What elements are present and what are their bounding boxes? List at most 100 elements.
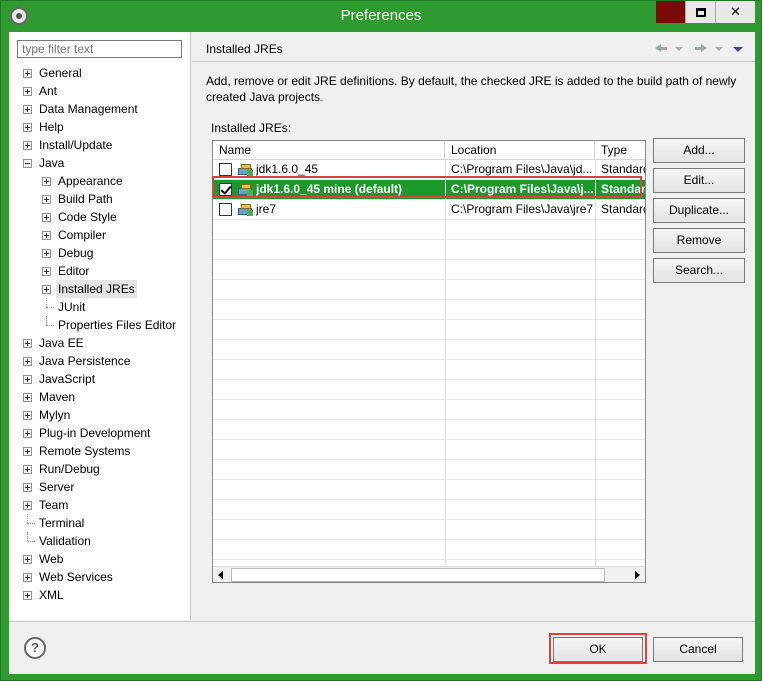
table-row xyxy=(213,480,645,500)
jre-library-icon xyxy=(238,163,254,176)
tree-item[interactable]: Java EE xyxy=(9,334,191,352)
expand-icon[interactable] xyxy=(23,483,32,492)
view-menu-icon[interactable] xyxy=(733,47,743,52)
tree-item-label: Java EE xyxy=(39,336,84,350)
jre-default-checkbox[interactable] xyxy=(219,203,232,216)
forward-arrow-icon[interactable] xyxy=(695,44,707,53)
tree-item[interactable]: Remote Systems xyxy=(9,442,191,460)
tree-item[interactable]: Maven xyxy=(9,388,191,406)
tree-item[interactable]: Installed JREs xyxy=(9,280,191,298)
expand-icon[interactable] xyxy=(42,267,51,276)
tree-item[interactable]: Web xyxy=(9,550,191,568)
tree-item-label: General xyxy=(39,66,82,80)
expand-icon[interactable] xyxy=(23,465,32,474)
tree-item[interactable]: Appearance xyxy=(9,172,191,190)
cancel-button[interactable]: Cancel xyxy=(653,637,743,662)
tree-item[interactable]: Java xyxy=(9,154,191,172)
expand-icon[interactable] xyxy=(42,231,51,240)
search-button[interactable]: Search... xyxy=(653,258,745,283)
back-dropdown-icon[interactable] xyxy=(675,47,683,51)
scroll-thumb[interactable] xyxy=(231,568,605,582)
expand-icon[interactable] xyxy=(23,591,32,600)
expand-icon[interactable] xyxy=(23,501,32,510)
expand-icon[interactable] xyxy=(23,87,32,96)
tree-item[interactable]: Validation xyxy=(9,532,191,550)
tree-item[interactable]: XML xyxy=(9,586,191,604)
forward-dropdown-icon[interactable] xyxy=(715,47,723,51)
table-row xyxy=(213,300,645,320)
column-header-type[interactable]: Type xyxy=(595,141,645,160)
tree-item[interactable]: Terminal xyxy=(9,514,191,532)
maximize-button[interactable] xyxy=(685,1,715,23)
expand-icon[interactable] xyxy=(23,411,32,420)
expand-icon[interactable] xyxy=(23,429,32,438)
table-row[interactable]: jre7 C:\Program Files\Java\jre7 Standard xyxy=(213,200,645,220)
remove-button[interactable]: Remove xyxy=(653,228,745,253)
duplicate-button[interactable]: Duplicate... xyxy=(653,198,745,223)
tree-item[interactable]: Plug-in Development xyxy=(9,424,191,442)
scroll-right-icon[interactable] xyxy=(629,567,645,582)
expand-icon[interactable] xyxy=(23,447,32,456)
collapse-icon[interactable] xyxy=(23,159,32,168)
column-header-location[interactable]: Location xyxy=(445,141,595,160)
tree-item[interactable]: Compiler xyxy=(9,226,191,244)
add-button[interactable]: Add... xyxy=(653,138,745,163)
tree-item-label: Team xyxy=(39,498,69,512)
tree-item[interactable]: Editor xyxy=(9,262,191,280)
expand-icon[interactable] xyxy=(23,69,32,78)
tree-item[interactable]: JavaScript xyxy=(9,370,191,388)
expand-icon[interactable] xyxy=(23,555,32,564)
preferences-window: Preferences _ ✕ General Ant Data Managemen… xyxy=(0,0,762,681)
help-icon[interactable]: ? xyxy=(24,637,46,659)
tree-item-label: Web Services xyxy=(39,570,113,584)
tree-item[interactable]: Team xyxy=(9,496,191,514)
tree-item[interactable]: Help xyxy=(9,118,191,136)
close-button[interactable]: ✕ xyxy=(715,1,755,23)
scroll-left-icon[interactable] xyxy=(213,567,229,582)
expand-icon[interactable] xyxy=(42,213,51,222)
tree-item[interactable]: General xyxy=(9,64,191,82)
tree-item-label: Help xyxy=(39,120,64,134)
expand-icon[interactable] xyxy=(23,105,32,114)
tree-item[interactable]: Build Path xyxy=(9,190,191,208)
tree-item[interactable]: Mylyn xyxy=(9,406,191,424)
tree-item-label: Server xyxy=(39,480,75,494)
tree-item-label: XML xyxy=(39,588,64,602)
expand-icon[interactable] xyxy=(23,123,32,132)
table-row xyxy=(213,460,645,480)
title-bar[interactable]: Preferences _ ✕ xyxy=(1,1,761,31)
tree-item[interactable]: Java Persistence xyxy=(9,352,191,370)
edit-button[interactable]: Edit... xyxy=(653,168,745,193)
tree-item[interactable]: Web Services xyxy=(9,568,191,586)
expand-icon[interactable] xyxy=(23,357,32,366)
back-arrow-icon[interactable] xyxy=(655,44,667,53)
expand-icon[interactable] xyxy=(42,195,51,204)
column-header-name[interactable]: Name xyxy=(213,141,445,160)
expand-icon[interactable] xyxy=(23,141,32,150)
jre-default-checkbox[interactable] xyxy=(219,163,232,176)
tree-item[interactable]: Server xyxy=(9,478,191,496)
tree-item[interactable]: Install/Update xyxy=(9,136,191,154)
expand-icon[interactable] xyxy=(42,249,51,258)
tree-item[interactable]: Ant xyxy=(9,82,191,100)
filter-input[interactable] xyxy=(17,40,182,58)
expand-icon[interactable] xyxy=(23,393,32,402)
tree-connector xyxy=(46,316,47,325)
expand-icon[interactable] xyxy=(23,339,32,348)
tree-item[interactable]: Data Management xyxy=(9,100,191,118)
tree-item[interactable]: Run/Debug xyxy=(9,460,191,478)
tree-item[interactable]: JUnit xyxy=(9,298,191,316)
column-divider xyxy=(445,160,446,566)
expand-icon[interactable] xyxy=(42,285,51,294)
jre-library-icon xyxy=(238,203,254,216)
expand-icon[interactable] xyxy=(42,177,51,186)
page-description: Add, remove or edit JRE definitions. By … xyxy=(206,74,737,104)
expand-icon[interactable] xyxy=(23,375,32,384)
tree-item[interactable]: Debug xyxy=(9,244,191,262)
tree-item-label: Code Style xyxy=(58,210,117,224)
expand-icon[interactable] xyxy=(23,573,32,582)
tree-item[interactable]: Properties Files Editor xyxy=(9,316,191,334)
minimize-button[interactable]: _ xyxy=(656,1,686,23)
tree-item[interactable]: Code Style xyxy=(9,208,191,226)
horizontal-scrollbar[interactable] xyxy=(213,566,645,582)
